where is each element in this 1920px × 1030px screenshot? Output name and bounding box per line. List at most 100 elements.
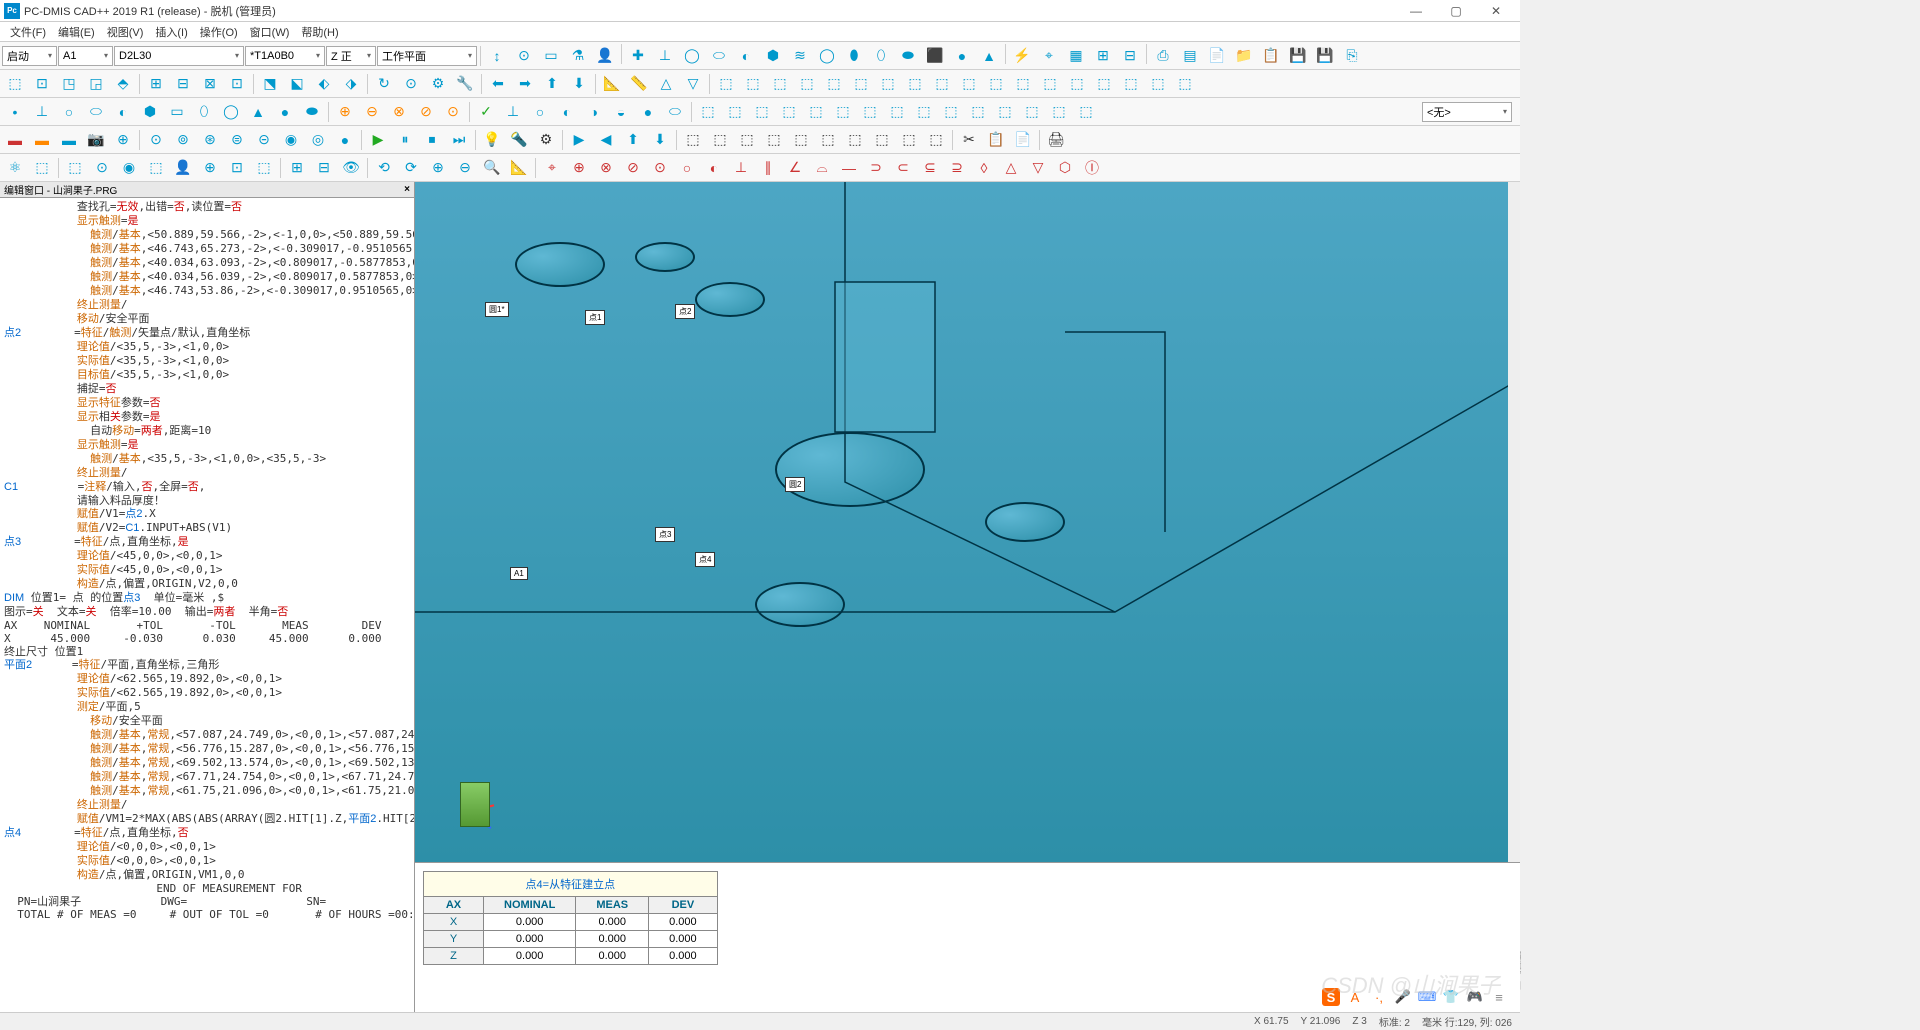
t17[interactable]: ◊ — [971, 156, 997, 180]
sub-icon[interactable]: ⊖ — [452, 156, 478, 180]
cut-icon[interactable]: ✂ — [956, 128, 982, 152]
rotate-icon[interactable]: ↻ — [371, 72, 397, 96]
a4-icon[interactable]: ⊙ — [89, 156, 115, 180]
g8-icon[interactable]: ⬚ — [884, 100, 910, 124]
v2-icon[interactable]: ⊚ — [170, 128, 196, 152]
box-icon[interactable]: ⬚ — [2, 72, 28, 96]
user-icon[interactable]: 👤 — [592, 44, 618, 68]
g12-icon[interactable]: ⬚ — [992, 100, 1018, 124]
ring-icon[interactable]: ◯ — [814, 44, 840, 68]
print-icon[interactable]: ⎙ — [1150, 44, 1176, 68]
copy-icon[interactable]: ⎘ — [1339, 44, 1365, 68]
plane-combo[interactable]: 工作平面 — [377, 46, 477, 66]
cross-icon[interactable]: ⊗ — [386, 100, 412, 124]
g2-icon[interactable]: ⬚ — [722, 100, 748, 124]
ruler-icon[interactable]: 📏 — [626, 72, 652, 96]
t19[interactable]: ▽ — [1025, 156, 1051, 180]
back-icon[interactable]: ◀ — [593, 128, 619, 152]
a1-icon[interactable]: ⚛ — [2, 156, 28, 180]
cad-label[interactable]: 圆2 — [785, 477, 805, 492]
torus-icon[interactable]: ⬬ — [299, 100, 325, 124]
undo-icon[interactable]: ⟲ — [371, 156, 397, 180]
eye-icon[interactable]: 👁 — [338, 156, 364, 180]
sph-icon[interactable]: ● — [272, 100, 298, 124]
beaker-icon[interactable]: ⚗ — [565, 44, 591, 68]
tip-combo[interactable]: D2L30 — [114, 46, 244, 66]
t21[interactable]: Ⓘ — [1079, 156, 1105, 180]
poly4-icon[interactable]: ⬗ — [338, 72, 364, 96]
a2-icon[interactable]: ⬚ — [29, 156, 55, 180]
rect2-icon[interactable]: ▭ — [164, 100, 190, 124]
left-icon[interactable]: ⬅ — [485, 72, 511, 96]
b8-icon[interactable]: ⬚ — [902, 72, 928, 96]
box3-icon[interactable]: ◳ — [56, 72, 82, 96]
t12[interactable]: — — [836, 156, 862, 180]
w2-icon[interactable]: ⊟ — [311, 156, 337, 180]
shape-icon[interactable]: ⬘ — [110, 72, 136, 96]
t16[interactable]: ⊇ — [944, 156, 970, 180]
m5[interactable]: ⬚ — [788, 128, 814, 152]
b16-icon[interactable]: ⬚ — [1118, 72, 1144, 96]
c2-icon[interactable]: ○ — [527, 100, 553, 124]
run-icon[interactable]: ▶ — [566, 128, 592, 152]
b1-icon[interactable]: ⬚ — [713, 72, 739, 96]
next-icon[interactable]: ⏭ — [446, 128, 472, 152]
axis-combo[interactable]: Z 正 — [326, 46, 376, 66]
point-icon[interactable]: ⊙ — [511, 44, 537, 68]
cyl-icon[interactable]: ◯ — [218, 100, 244, 124]
search-icon[interactable]: 🔍 — [479, 156, 505, 180]
wrench-icon[interactable]: 🔧 — [452, 72, 478, 96]
menu-item[interactable]: 编辑(E) — [52, 24, 101, 40]
h2-icon[interactable]: ◐ — [554, 100, 580, 124]
t3[interactable]: ⊗ — [593, 156, 619, 180]
g4-icon[interactable]: ⬚ — [776, 100, 802, 124]
g11-icon[interactable]: ⬚ — [965, 100, 991, 124]
box2-icon[interactable]: ⊡ — [29, 72, 55, 96]
v8-icon[interactable]: ● — [332, 128, 358, 152]
a3-icon[interactable]: ⬚ — [62, 156, 88, 180]
slot-icon[interactable]: ⬯ — [191, 100, 217, 124]
dot-icon[interactable]: ⊙ — [398, 72, 424, 96]
g7-icon[interactable]: ⬚ — [857, 100, 883, 124]
meas-icon[interactable]: 📐 — [506, 156, 532, 180]
cad-label[interactable]: 点2 — [675, 304, 695, 319]
t1[interactable]: ⌖ — [539, 156, 565, 180]
poly-icon[interactable]: ⬢ — [137, 100, 163, 124]
a9-icon[interactable]: ⊡ — [224, 156, 250, 180]
m1[interactable]: ⬚ — [680, 128, 706, 152]
oval2-icon[interactable]: ⬯ — [868, 44, 894, 68]
t9[interactable]: ∥ — [755, 156, 781, 180]
pt-icon[interactable]: • — [2, 100, 28, 124]
cam-icon[interactable]: 📷 — [83, 128, 109, 152]
oval-icon[interactable]: ⬮ — [841, 44, 867, 68]
print2-icon[interactable]: 🖨 — [1043, 128, 1069, 152]
cad-label[interactable]: 点4 — [695, 552, 715, 567]
cad-label[interactable]: 点1 — [585, 310, 605, 325]
close-button[interactable]: ✕ — [1476, 1, 1516, 21]
minimize-button[interactable]: — — [1396, 1, 1436, 21]
a8-icon[interactable]: ⊕ — [197, 156, 223, 180]
m4[interactable]: ⬚ — [761, 128, 787, 152]
probe-combo[interactable]: A1 — [58, 46, 113, 66]
v6-icon[interactable]: ◉ — [278, 128, 304, 152]
arrow-v-icon[interactable]: ↕ — [484, 44, 510, 68]
t15[interactable]: ⊆ — [917, 156, 943, 180]
doc-icon[interactable]: 📄 — [1204, 44, 1230, 68]
angle-combo[interactable]: *T1A0B0 — [245, 46, 325, 66]
t14[interactable]: ⊂ — [890, 156, 916, 180]
r2[interactable]: ▬ — [29, 128, 55, 152]
program-editor[interactable]: 查找孔=无效,出错=否,读位置=否 显示触测=是 触测/基本,<50.889,5… — [0, 198, 414, 1012]
arc-icon[interactable]: ◐ — [110, 100, 136, 124]
save2-icon[interactable]: 💾 — [1312, 44, 1338, 68]
tri-icon[interactable]: △ — [653, 72, 679, 96]
pos-icon[interactable]: ⊕ — [332, 100, 358, 124]
b3-icon[interactable]: ⬚ — [767, 72, 793, 96]
div-icon[interactable]: ⊘ — [413, 100, 439, 124]
cone-icon[interactable]: ▲ — [976, 44, 1002, 68]
box4-icon[interactable]: ◲ — [83, 72, 109, 96]
wave-icon[interactable]: ≋ — [787, 44, 813, 68]
bolt-icon[interactable]: ⚡ — [1009, 44, 1035, 68]
zoom-icon[interactable]: ⊕ — [110, 128, 136, 152]
tri2-icon[interactable]: ▽ — [680, 72, 706, 96]
m8[interactable]: ⬚ — [869, 128, 895, 152]
